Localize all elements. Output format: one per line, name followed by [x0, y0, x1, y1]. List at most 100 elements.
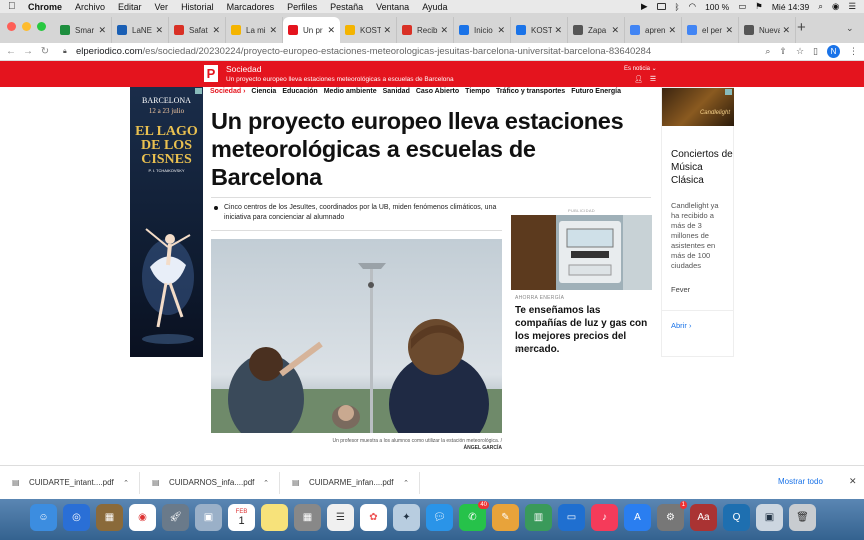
forward-icon[interactable]: → — [22, 46, 34, 57]
screenshot-icon[interactable]: ▣ — [756, 504, 783, 531]
tab-close-icon[interactable]: ✕ — [155, 25, 163, 36]
menu-ayuda[interactable]: Ayuda — [422, 2, 447, 12]
keynote-icon[interactable]: ▭ — [558, 504, 585, 531]
chevron-up-icon[interactable]: ⌃ — [123, 479, 129, 487]
minimize-window-button[interactable] — [22, 22, 31, 31]
tab-close-icon[interactable]: ✕ — [98, 25, 106, 36]
hamburger-menu-icon[interactable]: ☰ — [650, 75, 656, 83]
tab[interactable]: Zapa ✕ — [568, 17, 625, 43]
trash-icon[interactable]: 🗑︎ — [789, 504, 816, 531]
tab[interactable]: Recib ✕ — [397, 17, 454, 43]
menu-editar[interactable]: Editar — [118, 2, 142, 12]
nav-ciencia[interactable]: Ciencia — [251, 88, 276, 95]
menu-ver[interactable]: Ver — [155, 2, 169, 12]
quicktime-icon[interactable]: Q — [723, 504, 750, 531]
url-field[interactable]: elperiodico.com/es/sociedad/20230224/pro… — [76, 46, 651, 57]
tab-active[interactable]: Un pr ✕ — [283, 17, 340, 43]
nav-futuro-energia[interactable]: Futuro Energía — [571, 88, 621, 95]
download-item[interactable]: ▤ CUIDARTE_intant....pdf ⌃ — [0, 471, 140, 494]
nav-sociedad[interactable]: Sociedad › — [210, 88, 245, 95]
menu-perfiles[interactable]: Perfiles — [287, 2, 317, 12]
adchoices-icon[interactable] — [195, 88, 202, 94]
preview-icon[interactable]: ▣ — [195, 504, 222, 531]
system-preferences-icon[interactable]: ⚙ 1 — [657, 501, 687, 531]
close-icon[interactable]: ✕ — [849, 476, 857, 487]
tab[interactable]: KOST ✕ — [340, 17, 397, 43]
safari-icon[interactable]: ◎ — [63, 504, 90, 531]
tab[interactable]: Inicio ✕ — [454, 17, 511, 43]
notification-icon[interactable]: ☰ — [848, 1, 856, 12]
share-icon[interactable]: ⇪ — [779, 46, 787, 57]
numbers-icon[interactable]: ▥ — [525, 504, 552, 531]
play-icon[interactable]: ▶ — [641, 1, 648, 12]
nav-tiempo[interactable]: Tiempo — [465, 88, 490, 95]
zoom-icon[interactable]: ⌕ — [765, 46, 770, 57]
tab[interactable]: La mi ✕ — [226, 17, 283, 43]
tab[interactable]: Nueva ✕ — [739, 17, 796, 43]
download-item[interactable]: ▤ CUIDARNOS_infa....pdf ⌃ — [140, 471, 280, 494]
tab[interactable]: Safat ✕ — [169, 17, 226, 43]
adchoices-icon[interactable] — [725, 89, 732, 95]
bookmark-star-icon[interactable]: ☆ — [796, 46, 804, 57]
tab-search-icon[interactable]: ⌄ — [846, 23, 854, 34]
whatsapp-icon[interactable]: ✆ 40 — [459, 501, 489, 531]
tab-close-icon[interactable]: ✕ — [782, 25, 790, 36]
back-icon[interactable]: ← — [5, 46, 17, 57]
battery-icon[interactable]: ▭ — [738, 1, 746, 12]
tab-close-icon[interactable]: ✕ — [212, 25, 220, 36]
dictionary-icon[interactable]: Aa — [690, 504, 717, 531]
sponsored-meter-image[interactable] — [511, 215, 652, 290]
screen-icon[interactable] — [656, 3, 666, 10]
download-item[interactable]: ▤ CUIDARME_infan....pdf ⌃ — [280, 471, 420, 494]
tab-close-icon[interactable]: ✕ — [383, 25, 391, 36]
show-all-downloads-button[interactable]: Mostrar todo — [778, 477, 823, 486]
calculator-icon[interactable]: ▦ — [294, 504, 321, 531]
app-store-icon[interactable]: A — [624, 504, 651, 531]
tab[interactable]: LaNE ✕ — [112, 17, 169, 43]
messages-icon[interactable]: 💬︎ — [426, 504, 453, 531]
control-center-icon[interactable]: ◉ — [832, 1, 839, 12]
maps-icon[interactable]: ✦ — [393, 504, 420, 531]
notes-icon[interactable] — [261, 504, 288, 531]
profile-avatar[interactable]: N — [827, 45, 840, 58]
tab-close-icon[interactable]: ✕ — [668, 25, 676, 36]
user-icon[interactable]: 👤︎ — [634, 75, 643, 83]
wifi-icon[interactable]: ◠ — [689, 1, 696, 12]
lock-icon[interactable]: 🔒︎ — [63, 48, 70, 56]
chevron-up-icon[interactable]: ⌃ — [263, 479, 269, 487]
chrome-icon[interactable]: ◉ — [129, 504, 156, 531]
notes-book-icon[interactable]: ▦ — [96, 504, 123, 531]
launchpad-icon[interactable]: 🚀︎ — [162, 504, 189, 531]
menu-marcadores[interactable]: Marcadores — [227, 2, 275, 12]
tab-close-icon[interactable]: ✕ — [327, 25, 335, 36]
article-photo[interactable] — [211, 239, 502, 433]
sidepanel-icon[interactable]: ▯ — [813, 46, 818, 57]
tab-close-icon[interactable]: ✕ — [269, 25, 277, 36]
sponsored-title-link[interactable]: Te enseñamos las compañías de luz y gas … — [515, 304, 652, 356]
close-window-button[interactable] — [7, 22, 16, 31]
menu-ventana[interactable]: Ventana — [376, 2, 409, 12]
chrome-menu-icon[interactable]: ⋮ — [849, 46, 858, 57]
site-logo[interactable]: P — [204, 65, 218, 82]
music-icon[interactable]: ♪ — [591, 504, 618, 531]
pages-icon[interactable]: ✎ — [492, 504, 519, 531]
ad-open-button[interactable]: Abrir › — [671, 321, 733, 330]
calendar-icon[interactable]: FEB 1 — [228, 504, 255, 531]
apple-icon[interactable]:  — [8, 1, 18, 12]
zoom-window-button[interactable] — [37, 22, 46, 31]
header-section-name[interactable]: Sociedad — [226, 64, 261, 74]
ad-right-candlelight[interactable]: Candlelight Conciertos de Música Clásica… — [661, 87, 734, 357]
menu-historial[interactable]: Historial — [181, 2, 214, 12]
nav-caso-abierto[interactable]: Caso Abierto — [416, 88, 459, 95]
tab-close-icon[interactable]: ✕ — [440, 25, 448, 36]
nav-educacion[interactable]: Educación — [282, 88, 317, 95]
new-tab-button[interactable]: + — [797, 19, 806, 36]
tab-close-icon[interactable]: ✕ — [611, 25, 619, 36]
finder-icon[interactable]: ☺ — [30, 504, 57, 531]
tab-close-icon[interactable]: ✕ — [554, 25, 562, 36]
nav-trafico[interactable]: Tráfico y transportes — [496, 88, 565, 95]
nav-medio-ambiente[interactable]: Medio ambiente — [324, 88, 377, 95]
clock[interactable]: Mié 14:39 — [772, 2, 809, 12]
menu-app-name[interactable]: Chrome — [28, 2, 62, 12]
tab[interactable]: el per ✕ — [682, 17, 739, 43]
